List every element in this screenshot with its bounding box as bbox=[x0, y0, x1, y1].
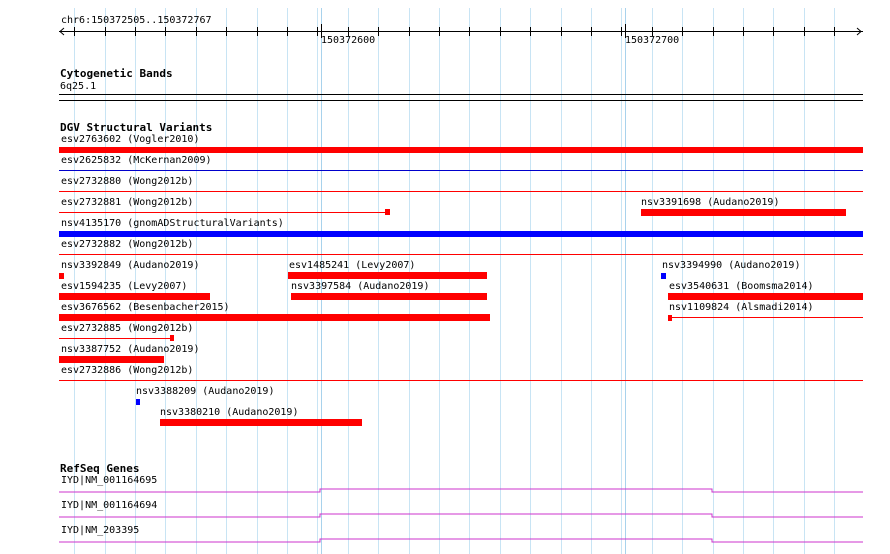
genome-browser-view: chr6:150372505..150372767 150372600 1503… bbox=[0, 0, 890, 554]
refseq-gene-nm-001164694[interactable] bbox=[59, 513, 863, 518]
refseq-gene-glyphs bbox=[59, 488, 863, 543]
refseq-gene-nm-001164695[interactable] bbox=[59, 488, 863, 493]
refseq-gene-nm-203395[interactable] bbox=[59, 538, 863, 543]
